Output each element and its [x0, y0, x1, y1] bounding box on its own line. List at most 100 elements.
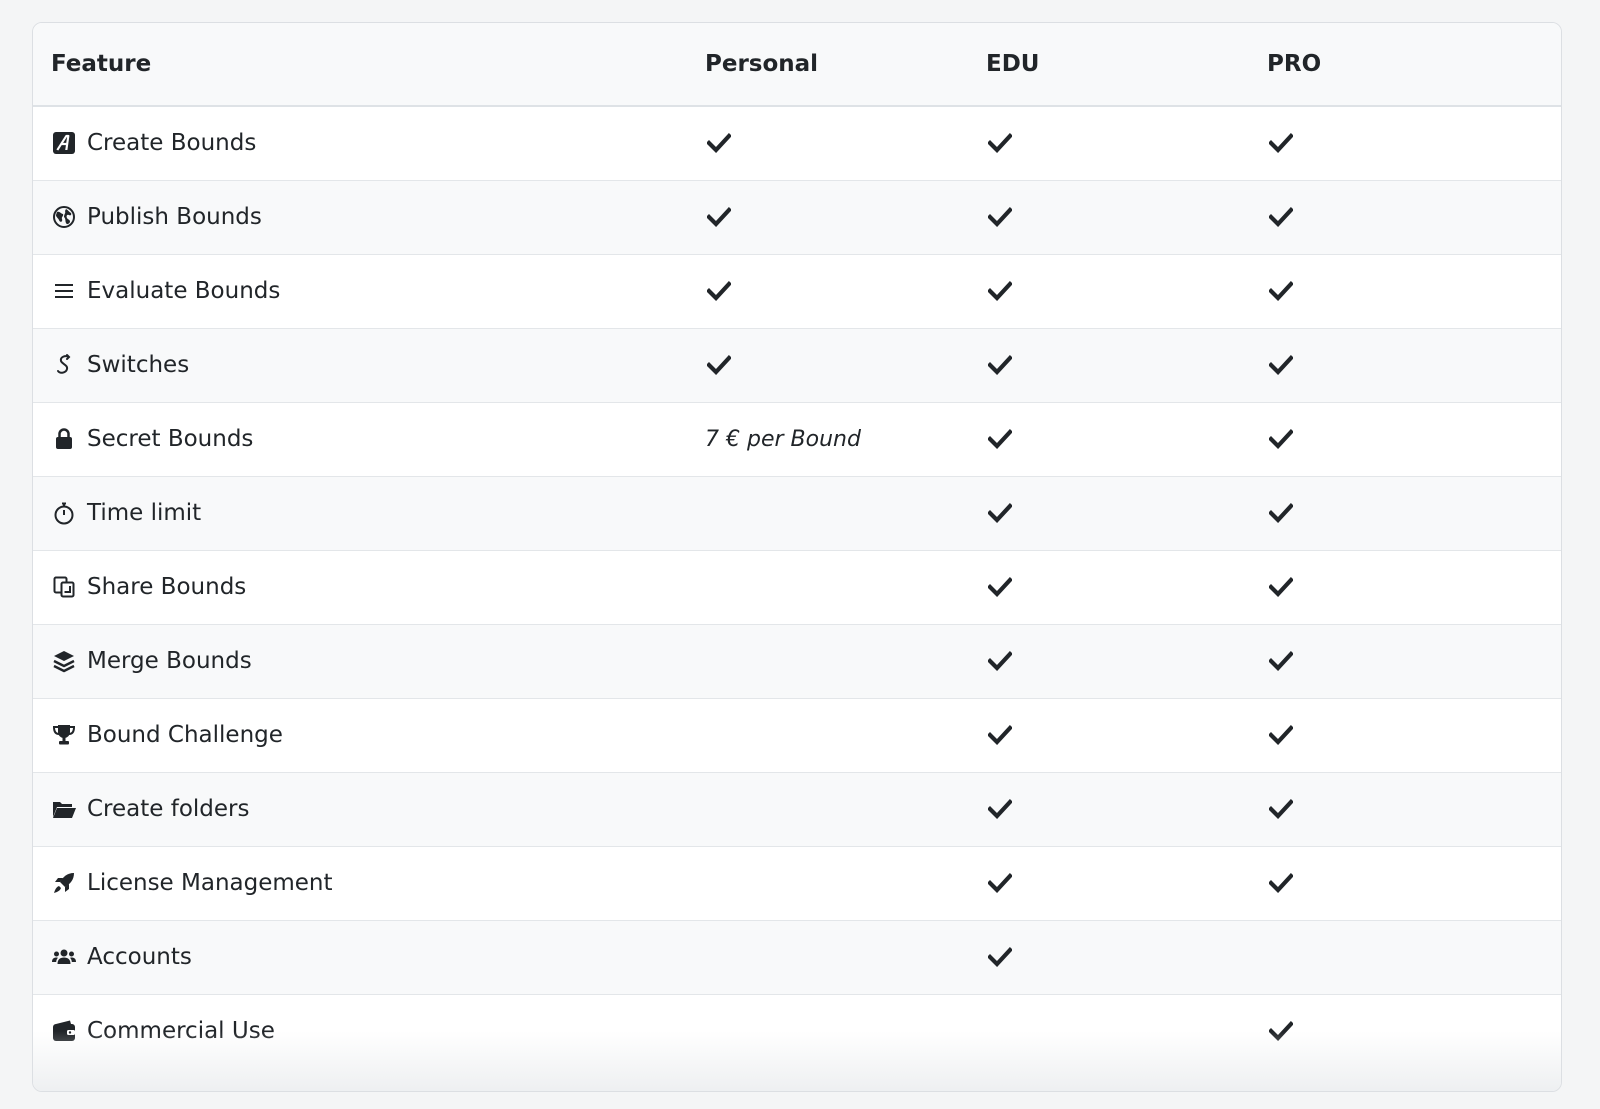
personal-cell	[687, 919, 968, 994]
edu-cell	[968, 475, 1249, 550]
pro-cell	[1249, 623, 1561, 698]
edu-cell	[968, 549, 1249, 624]
switch-icon	[51, 352, 77, 378]
edu-cell	[968, 401, 1249, 476]
table-row: Accounts	[33, 919, 1561, 994]
feature-label-group: Create folders	[51, 796, 687, 822]
header-personal: Personal	[687, 23, 968, 107]
feature-label: Bound Challenge	[87, 722, 283, 748]
table-row: Share Bounds	[33, 549, 1561, 624]
personal-cell	[687, 549, 968, 624]
feature-label-group: Merge Bounds	[51, 648, 687, 674]
personal-cell	[687, 697, 968, 772]
pro-cell	[1249, 253, 1561, 328]
feature-label-group: Accounts	[51, 944, 687, 970]
feature-label-group: Commercial Use	[51, 1018, 687, 1044]
checkmark-icon	[986, 577, 1249, 597]
checkmark-icon	[1267, 503, 1561, 523]
feature-label-group: Time limit	[51, 500, 687, 526]
checkmark-icon	[1267, 281, 1561, 301]
edu-cell	[968, 919, 1249, 994]
list-icon	[51, 278, 77, 304]
feature-label-group: License Management	[51, 870, 687, 896]
checkmark-icon	[1267, 651, 1561, 671]
feature-cell: Create folders	[33, 771, 687, 846]
pro-cell	[1249, 771, 1561, 846]
personal-cell	[687, 253, 968, 328]
edu-cell	[968, 327, 1249, 402]
personal-cell	[687, 993, 968, 1068]
checkmark-icon	[705, 133, 968, 154]
edu-cell	[968, 106, 1249, 180]
checkmark-icon	[986, 725, 1249, 745]
checkmark-icon	[1267, 133, 1561, 154]
feature-comparison-table: Feature Personal EDU PRO Create Bounds Pu…	[33, 23, 1561, 1068]
pro-cell	[1249, 179, 1561, 254]
checkmark-icon	[1267, 429, 1561, 449]
pro-cell	[1249, 106, 1561, 180]
table-row: Bound Challenge	[33, 697, 1561, 772]
table-row: Create Bounds	[33, 106, 1561, 180]
feature-cell: Share Bounds	[33, 549, 687, 624]
checkmark-icon	[986, 503, 1249, 523]
folder-icon	[51, 796, 77, 822]
checkmark-icon	[986, 133, 1249, 154]
create-bounds-icon	[51, 130, 77, 156]
checkmark-icon	[986, 281, 1249, 301]
feature-label: Evaluate Bounds	[87, 278, 281, 304]
table-row: Secret Bounds 7 € per Bound	[33, 401, 1561, 476]
pro-cell	[1249, 919, 1561, 994]
edu-cell	[968, 845, 1249, 920]
personal-cell	[687, 475, 968, 550]
lock-icon	[51, 426, 77, 452]
edu-cell	[968, 993, 1249, 1068]
edu-cell	[968, 623, 1249, 698]
checkmark-icon	[1267, 725, 1561, 745]
table-row: Publish Bounds	[33, 179, 1561, 254]
pro-cell	[1249, 401, 1561, 476]
checkmark-icon	[986, 947, 1249, 967]
checkmark-icon	[705, 281, 968, 301]
feature-cell: License Management	[33, 845, 687, 920]
wallet-icon	[51, 1018, 77, 1044]
table-row: Switches	[33, 327, 1561, 402]
trophy-icon	[51, 722, 77, 748]
table-header-row: Feature Personal EDU PRO	[33, 23, 1561, 107]
personal-note: 7 € per Bound	[705, 427, 861, 452]
table-row: Merge Bounds	[33, 623, 1561, 698]
feature-label-group: Secret Bounds	[51, 426, 687, 452]
header-pro: PRO	[1249, 23, 1561, 107]
feature-label: Commercial Use	[87, 1018, 275, 1045]
pro-cell	[1249, 475, 1561, 550]
feature-label-group: Publish Bounds	[51, 204, 687, 230]
rocket-icon	[51, 870, 77, 896]
feature-label: Create folders	[87, 796, 250, 822]
feature-label: Share Bounds	[87, 574, 247, 600]
feature-label: License Management	[87, 870, 333, 896]
feature-comparison-card: Feature Personal EDU PRO Create Bounds Pu…	[32, 22, 1562, 1092]
personal-cell	[687, 845, 968, 920]
feature-cell: Evaluate Bounds	[33, 253, 687, 328]
table-row: Commercial Use	[33, 993, 1561, 1068]
table-row: License Management	[33, 845, 1561, 920]
feature-cell: Secret Bounds	[33, 401, 687, 476]
edu-cell	[968, 253, 1249, 328]
feature-label: Switches	[87, 352, 190, 378]
users-icon	[51, 944, 77, 970]
checkmark-icon	[1267, 207, 1561, 227]
checkmark-icon	[986, 429, 1249, 449]
feature-label: Accounts	[87, 944, 192, 970]
feature-label-group: Share Bounds	[51, 574, 687, 600]
personal-cell	[687, 623, 968, 698]
personal-cell: 7 € per Bound	[687, 401, 968, 476]
table-row: Evaluate Bounds	[33, 253, 1561, 328]
feature-label: Secret Bounds	[87, 426, 254, 452]
copy-icon	[51, 574, 77, 600]
edu-cell	[968, 771, 1249, 846]
feature-label-group: Create Bounds	[51, 130, 687, 156]
checkmark-icon	[1267, 355, 1561, 375]
feature-cell: Accounts	[33, 919, 687, 994]
personal-cell	[687, 327, 968, 402]
feature-label: Publish Bounds	[87, 204, 262, 230]
feature-label: Merge Bounds	[87, 648, 252, 674]
